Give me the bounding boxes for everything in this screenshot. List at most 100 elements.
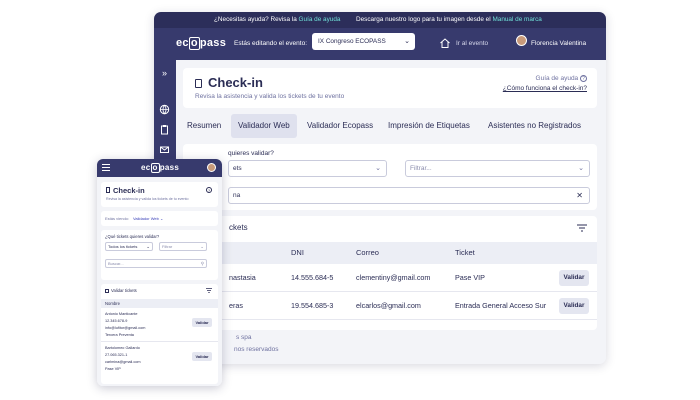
main-content: Check-in Revisa la asistencia y valida l… [176,60,606,364]
attendee-name: eras [229,301,243,310]
ticket-type-select[interactable]: ets ⌄ [228,160,387,177]
avatar[interactable] [207,163,216,172]
entry-dni: 27.065.321-1 [105,353,128,357]
viewing-label: Estás viendo: [105,216,130,221]
chevron-down-icon: ⌄ [578,165,584,172]
chevron-down-icon: ⌄ [160,216,164,221]
tab-validador-web[interactable]: Validador Web [231,114,297,138]
menu-icon[interactable] [102,164,110,171]
tab-asistentes-no-registrados[interactable]: Asistentes no Registrados [488,114,581,138]
event-select[interactable]: IX Congreso ECOPASS ⌄ [312,33,415,50]
editing-event-label: Estás editando el evento: [234,40,307,47]
mail-icon[interactable] [159,144,170,155]
help-guide-link[interactable]: Guía de ayuda [299,16,341,23]
mobile-page-header: Check-in Revisa la asistencia y valida l… [101,182,218,207]
tickets-card: ckets DNI Correo Ticket nastasia 14.555.… [183,216,597,330]
how-checkin-works-link[interactable]: ¿Cómo funciona el check-in? [503,85,587,92]
ecopass-logo[interactable]: ec o pass [141,163,179,173]
mobile-ticket-select[interactable]: Todos los tickets ⌄ [105,242,153,251]
column-nombre: Nombre [105,301,120,306]
mobile-body: Check-in Revisa la asistencia y valida l… [97,177,222,386]
page-subtitle: Revisa la asistencia y valida los ticket… [195,93,345,100]
go-to-event-link[interactable]: Ir al evento [456,40,488,47]
search-icon: ⚲ [200,261,204,266]
help-circle-icon: ? [580,75,587,82]
validate-button[interactable]: Validar [559,270,589,286]
list-item: Bartolomeo Gallardo 27.065.321-1 carlmin… [101,344,218,376]
table-header: DNI Correo Ticket [183,242,597,264]
validate-button[interactable]: Validar [192,352,212,361]
clipboard-icon [106,187,110,193]
chevron-down-icon: ⌄ [375,165,381,172]
chevron-down-icon: ⌄ [404,38,410,45]
entry-email: info@lufitor@gmail.com [105,326,146,330]
tab-bar: Resumen Validador Web Validador Ecopass … [183,114,597,138]
help-circle-icon[interactable]: ? [206,187,212,193]
mobile-page-title: Check-in [113,186,145,195]
mobile-table-header: Nombre [101,299,218,308]
table-row: nastasia 14.555.684-5 clementiny@gmail.c… [183,264,597,292]
mobile-tickets-card: Validar tickets Nombre Antonio Manticant… [101,284,218,384]
search-input[interactable]: na ✕ [228,187,590,204]
brand-manual-link[interactable]: Manual de marca [492,16,541,23]
attendee-dni: 19.554.685-3 [291,301,334,310]
mobile-filter-select[interactable]: Filtrar ⌄ [159,242,207,251]
attendee-email: elcarlos@gmail.com [356,301,421,310]
column-dni: DNI [291,248,304,257]
home-icon[interactable] [439,37,451,49]
viewing-select[interactable]: Validador Web ⌄ [133,216,163,221]
entry-ticket: Tercera Preventa [105,333,134,337]
help-text: ¿Necesitas ayuda? Revisa la [214,16,297,23]
filter-select[interactable]: Filtrar... ⌄ [405,160,590,177]
clipboard-icon [195,79,202,88]
user-name[interactable]: Florencia Valentina [531,40,586,47]
mobile-window: ec o pass Check-in Revisa la asistencia y … [97,159,222,386]
mobile-page-subtitle: Revisa la asistencia y valida los ticket… [106,197,189,201]
footer-rights: nos reservados [234,346,279,353]
ticket-icon [105,289,109,293]
help-guide-label[interactable]: Guía de ayuda ? [536,75,587,82]
top-navbar: ec o pass Estás editando el evento: IX Con… [154,28,606,60]
chevron-down-icon: ⌄ [146,244,150,249]
attendee-email: clementiny@gmail.com [356,273,431,282]
chevron-down-icon: ⌄ [200,244,204,249]
validate-button[interactable]: Validar [559,298,589,314]
tab-impresion-etiquetas[interactable]: Impresión de Etiquetas [388,114,470,138]
footer-company: s spa [236,334,252,341]
filter-question: quieres validar? [228,150,274,157]
attendee-ticket: Pase VIP [455,273,485,282]
validate-button[interactable]: Validar [192,318,212,327]
filter-card: quieres validar? ets ⌄ Filtrar... ⌄ na ✕ [183,144,597,210]
tab-validador-ecopass[interactable]: Validador Ecopass [307,114,373,138]
avatar[interactable] [516,35,527,46]
brand-text: Descarga nuestro logo para tu imagen des… [356,16,491,23]
attendee-dni: 14.555.684-5 [291,273,334,282]
close-icon[interactable]: ✕ [576,188,583,203]
clipboard-icon[interactable] [159,124,170,135]
entry-dni: 12.345.678-9 [105,319,128,323]
help-banner: ¿Necesitas ayuda? Revisa la Guía de ayud… [154,12,606,28]
entry-email: carlmina@gmail.com [105,360,141,364]
mobile-navbar: ec o pass [97,159,222,177]
page-title: Check-in [208,75,263,90]
filter-icon[interactable] [206,288,212,293]
column-ticket: Ticket [455,248,475,257]
table-row: eras 19.554.685-3 elcarlos@gmail.com Ent… [183,292,597,320]
filter-icon[interactable] [577,224,587,232]
entry-name: Antonio Manticante [105,312,138,316]
column-correo: Correo [356,248,379,257]
attendee-name: nastasia [229,273,256,282]
mobile-search-input[interactable]: Buscar... ⚲ [105,259,207,268]
expand-chevrons-icon[interactable]: » [159,68,170,79]
entry-name: Bartolomeo Gallardo [105,346,140,350]
tickets-title: ckets [229,223,248,232]
entry-ticket: Pase VIP [105,367,121,371]
mobile-filter-question: ¿Qué tickets quieres validar? [105,234,160,239]
tab-resumen[interactable]: Resumen [187,114,221,138]
attendee-ticket: Entrada General Acceso Sur [455,301,547,310]
globe-icon[interactable] [159,104,170,115]
list-item: Antonio Manticante 12.345.678-9 info@luf… [101,310,218,342]
mobile-filter-card: ¿Qué tickets quieres validar? Todos los … [101,230,218,280]
mobile-event-viewing: Estás viendo: Validador Web ⌄ [101,211,218,226]
ecopass-logo[interactable]: ec o pass [176,37,226,50]
